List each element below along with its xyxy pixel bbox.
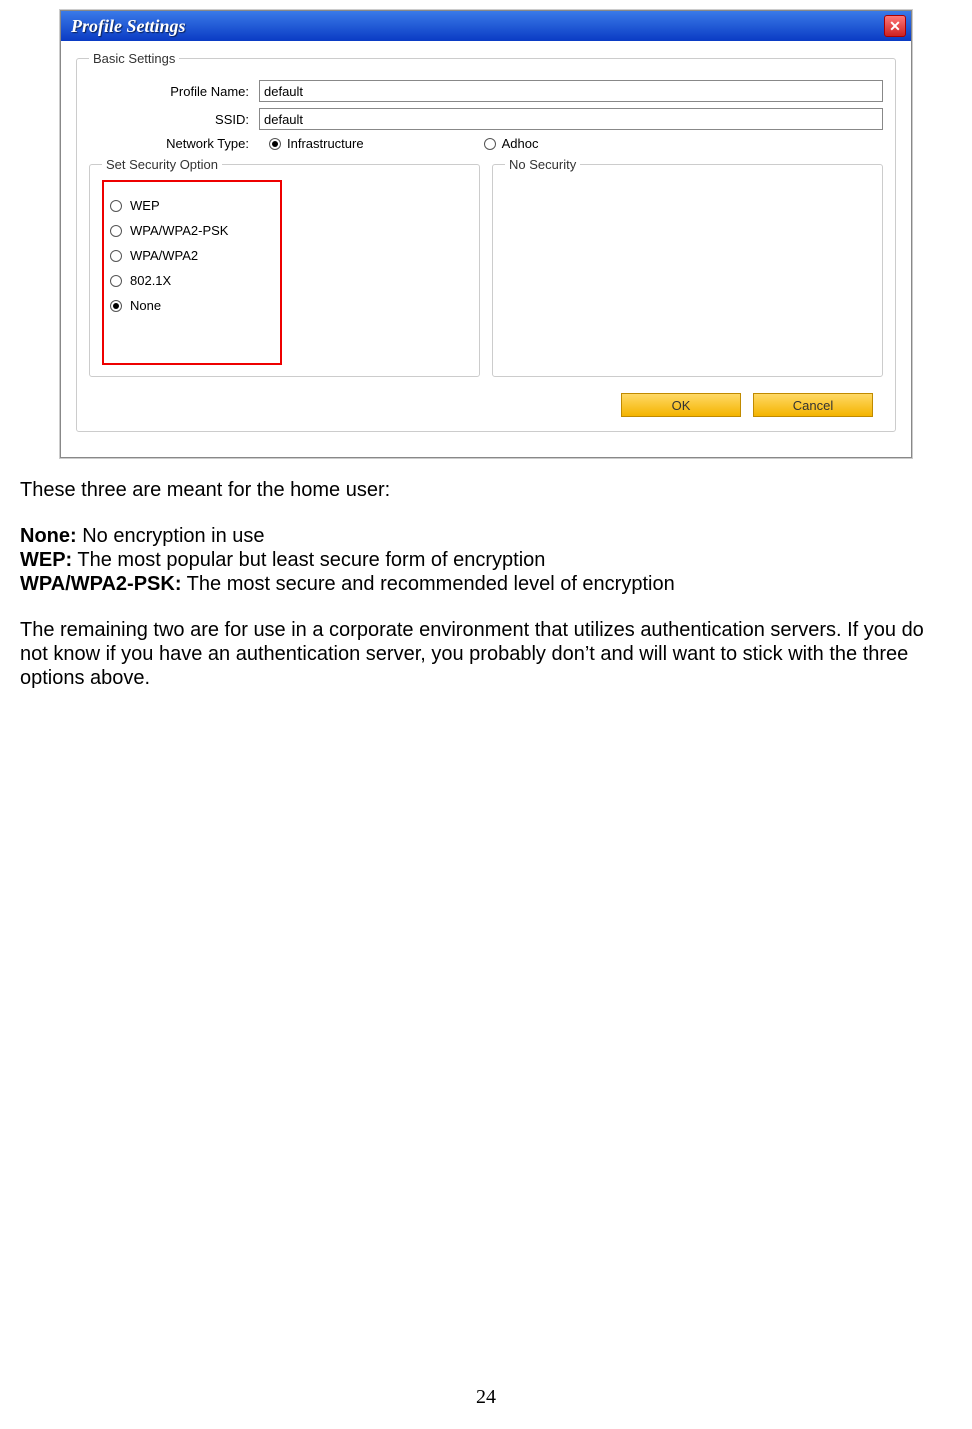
radio-icon	[269, 138, 281, 150]
ssid-input[interactable]	[259, 108, 883, 130]
radio-wpa[interactable]: WPA/WPA2	[110, 248, 274, 263]
radio-adhoc[interactable]: Adhoc	[484, 136, 539, 151]
cancel-button[interactable]: Cancel	[753, 393, 873, 417]
close-button[interactable]: ✕	[884, 15, 906, 37]
wep-term: WEP:	[20, 549, 72, 571]
radio-icon	[110, 200, 122, 212]
document-text: These three are meant for the home user:…	[20, 478, 952, 690]
radio-infrastructure[interactable]: Infrastructure	[269, 136, 364, 151]
profile-settings-window: Profile Settings ✕ Basic Settings Profil…	[60, 10, 912, 458]
intro-text: These three are meant for the home user:	[20, 478, 952, 502]
radio-adhoc-label: Adhoc	[502, 136, 539, 151]
page-number: 24	[0, 1386, 972, 1409]
radio-8021x-label: 802.1X	[130, 273, 171, 288]
radio-icon	[110, 300, 122, 312]
radio-none[interactable]: None	[110, 298, 274, 313]
radio-8021x[interactable]: 802.1X	[110, 273, 274, 288]
radio-infrastructure-label: Infrastructure	[287, 136, 364, 151]
basic-settings-legend: Basic Settings	[89, 51, 179, 66]
radio-wpapsk[interactable]: WPA/WPA2-PSK	[110, 223, 274, 238]
none-desc: No encryption in use	[77, 525, 265, 547]
security-option-legend: Set Security Option	[102, 157, 222, 172]
security-highlight-box: WEP WPA/WPA2-PSK WPA/WPA2	[102, 180, 282, 365]
outro-text: The remaining two are for use in a corpo…	[20, 618, 952, 690]
wep-desc: The most popular but least secure form o…	[72, 549, 545, 571]
profile-name-input[interactable]	[259, 80, 883, 102]
ssid-label: SSID:	[89, 112, 259, 127]
network-type-label: Network Type:	[89, 136, 259, 151]
radio-icon	[484, 138, 496, 150]
security-option-group: Set Security Option WEP WPA/WPA2-PSK	[89, 157, 480, 377]
radio-icon	[110, 250, 122, 262]
close-icon: ✕	[889, 18, 901, 35]
no-security-group: No Security	[492, 157, 883, 377]
radio-wep-label: WEP	[130, 198, 160, 213]
window-title: Profile Settings	[71, 16, 186, 37]
radio-none-label: None	[130, 298, 161, 313]
wpa-term: WPA/WPA2-PSK:	[20, 573, 181, 595]
radio-icon	[110, 225, 122, 237]
basic-settings-group: Basic Settings Profile Name: SSID: Netwo…	[76, 51, 896, 432]
radio-wpapsk-label: WPA/WPA2-PSK	[130, 223, 228, 238]
window-body: Basic Settings Profile Name: SSID: Netwo…	[61, 41, 911, 457]
none-term: None:	[20, 525, 77, 547]
ok-button[interactable]: OK	[621, 393, 741, 417]
no-security-legend: No Security	[505, 157, 580, 172]
radio-wpa-label: WPA/WPA2	[130, 248, 198, 263]
wpa-desc: The most secure and recommended level of…	[181, 573, 674, 595]
radio-wep[interactable]: WEP	[110, 198, 274, 213]
radio-icon	[110, 275, 122, 287]
profile-name-label: Profile Name:	[89, 84, 259, 99]
titlebar: Profile Settings ✕	[61, 11, 911, 41]
